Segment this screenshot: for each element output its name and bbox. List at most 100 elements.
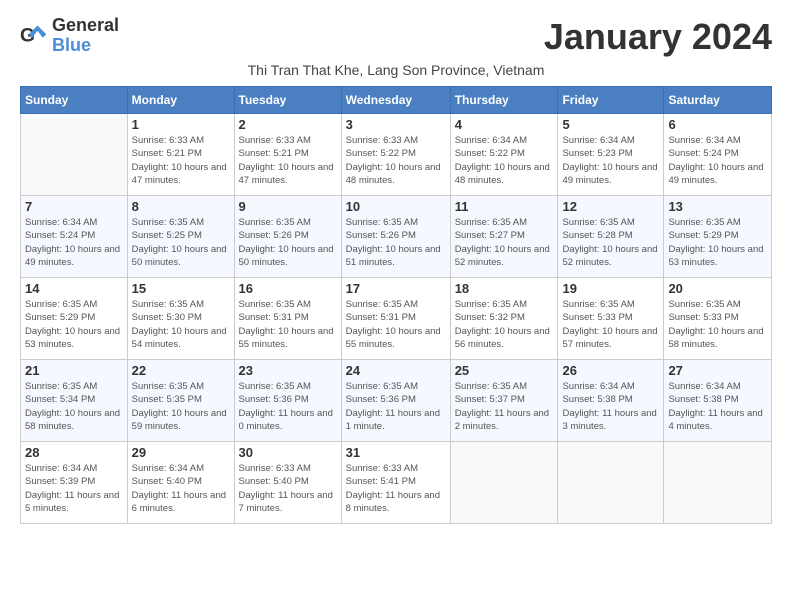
day-info: Sunrise: 6:35 AM Sunset: 5:34 PM Dayligh… [25,380,123,433]
logo-icon: G [20,22,48,50]
day-cell [558,442,664,524]
day-info: Sunrise: 6:35 AM Sunset: 5:26 PM Dayligh… [239,216,337,269]
day-number: 16 [239,281,337,296]
day-number: 4 [455,117,554,132]
day-cell: 10Sunrise: 6:35 AM Sunset: 5:26 PM Dayli… [341,196,450,278]
day-number: 1 [132,117,230,132]
header-friday: Friday [558,87,664,114]
day-cell [664,442,772,524]
week-row-0: 1 Sunrise: 6:33 AM Sunset: 5:21 PM Daylig… [21,114,772,196]
day-cell: 6 Sunrise: 6:34 AM Sunset: 5:24 PM Daylig… [664,114,772,196]
day-info: Sunrise: 6:34 AM Sunset: 5:38 PM Dayligh… [562,380,659,433]
week-row-4: 28 Sunrise: 6:34 AM Sunset: 5:39 PM Dayli… [21,442,772,524]
week-row-1: 7Sunrise: 6:34 AM Sunset: 5:24 PM Daylig… [21,196,772,278]
day-info: Sunrise: 6:33 AM Sunset: 5:21 PM Dayligh… [239,134,337,187]
header-tuesday: Tuesday [234,87,341,114]
header-saturday: Saturday [664,87,772,114]
day-info: Sunrise: 6:34 AM Sunset: 5:38 PM Dayligh… [668,380,767,433]
day-number: 24 [346,363,446,378]
day-info: Sunrise: 6:35 AM Sunset: 5:33 PM Dayligh… [668,298,767,351]
day-cell: 29Sunrise: 6:34 AM Sunset: 5:40 PM Dayli… [127,442,234,524]
header-wednesday: Wednesday [341,87,450,114]
day-number: 8 [132,199,230,214]
week-row-2: 14 Sunrise: 6:35 AM Sunset: 5:29 PM Dayli… [21,278,772,360]
day-number: 17 [346,281,446,296]
day-number: 14 [25,281,123,296]
day-cell: 15 Sunrise: 6:35 AM Sunset: 5:30 PM Dayli… [127,278,234,360]
day-info: Sunrise: 6:35 AM Sunset: 5:31 PM Dayligh… [239,298,337,351]
day-info: Sunrise: 6:35 AM Sunset: 5:28 PM Dayligh… [562,216,659,269]
day-number: 23 [239,363,337,378]
day-cell: 18 Sunrise: 6:35 AM Sunset: 5:32 PM Dayli… [450,278,558,360]
day-number: 11 [455,199,554,214]
day-number: 19 [562,281,659,296]
day-cell: 2 Sunrise: 6:33 AM Sunset: 5:21 PM Daylig… [234,114,341,196]
day-info: Sunrise: 6:33 AM Sunset: 5:41 PM Dayligh… [346,462,446,515]
day-cell: 19 Sunrise: 6:35 AM Sunset: 5:33 PM Dayli… [558,278,664,360]
day-cell: 27 Sunrise: 6:34 AM Sunset: 5:38 PM Dayli… [664,360,772,442]
header-monday: Monday [127,87,234,114]
logo-text: General Blue [52,16,119,56]
day-number: 12 [562,199,659,214]
day-cell: 1Sunrise: 6:33 AM Sunset: 5:21 PM Daylig… [127,114,234,196]
day-cell: 14 Sunrise: 6:35 AM Sunset: 5:29 PM Dayli… [21,278,128,360]
day-cell: 9 Sunrise: 6:35 AM Sunset: 5:26 PM Daylig… [234,196,341,278]
day-info: Sunrise: 6:35 AM Sunset: 5:29 PM Dayligh… [25,298,123,351]
day-number: 18 [455,281,554,296]
day-cell: 26Sunrise: 6:34 AM Sunset: 5:38 PM Dayli… [558,360,664,442]
logo: G General Blue [20,16,119,56]
day-number: 21 [25,363,123,378]
day-cell: 8Sunrise: 6:35 AM Sunset: 5:25 PM Daylig… [127,196,234,278]
day-cell: 4Sunrise: 6:34 AM Sunset: 5:22 PM Daylig… [450,114,558,196]
day-cell: 13Sunrise: 6:35 AM Sunset: 5:29 PM Dayli… [664,196,772,278]
day-number: 5 [562,117,659,132]
page-title: January 2024 [544,16,772,58]
day-info: Sunrise: 6:34 AM Sunset: 5:39 PM Dayligh… [25,462,123,515]
header-thursday: Thursday [450,87,558,114]
day-number: 6 [668,117,767,132]
day-info: Sunrise: 6:35 AM Sunset: 5:29 PM Dayligh… [668,216,767,269]
day-cell: 20Sunrise: 6:35 AM Sunset: 5:33 PM Dayli… [664,278,772,360]
day-info: Sunrise: 6:34 AM Sunset: 5:24 PM Dayligh… [25,216,123,269]
day-info: Sunrise: 6:35 AM Sunset: 5:27 PM Dayligh… [455,216,554,269]
day-info: Sunrise: 6:34 AM Sunset: 5:23 PM Dayligh… [562,134,659,187]
day-info: Sunrise: 6:35 AM Sunset: 5:33 PM Dayligh… [562,298,659,351]
day-cell: 12 Sunrise: 6:35 AM Sunset: 5:28 PM Dayli… [558,196,664,278]
day-info: Sunrise: 6:34 AM Sunset: 5:24 PM Dayligh… [668,134,767,187]
day-cell: 16 Sunrise: 6:35 AM Sunset: 5:31 PM Dayli… [234,278,341,360]
day-info: Sunrise: 6:35 AM Sunset: 5:36 PM Dayligh… [239,380,337,433]
day-number: 27 [668,363,767,378]
header-sunday: Sunday [21,87,128,114]
day-info: Sunrise: 6:35 AM Sunset: 5:31 PM Dayligh… [346,298,446,351]
page: G General Blue January 2024 Thi Tran Tha… [0,0,792,534]
day-number: 25 [455,363,554,378]
day-cell: 23 Sunrise: 6:35 AM Sunset: 5:36 PM Dayli… [234,360,341,442]
day-cell: 17 Sunrise: 6:35 AM Sunset: 5:31 PM Dayli… [341,278,450,360]
day-cell: 22Sunrise: 6:35 AM Sunset: 5:35 PM Dayli… [127,360,234,442]
logo-blue: Blue [52,35,91,55]
week-row-3: 21 Sunrise: 6:35 AM Sunset: 5:34 PM Dayli… [21,360,772,442]
logo-general: General [52,15,119,35]
day-number: 30 [239,445,337,460]
day-cell: 11 Sunrise: 6:35 AM Sunset: 5:27 PM Dayli… [450,196,558,278]
day-cell [450,442,558,524]
day-number: 28 [25,445,123,460]
day-info: Sunrise: 6:33 AM Sunset: 5:22 PM Dayligh… [346,134,446,187]
day-cell: 24 Sunrise: 6:35 AM Sunset: 5:36 PM Dayli… [341,360,450,442]
day-cell: 21 Sunrise: 6:35 AM Sunset: 5:34 PM Dayli… [21,360,128,442]
header: G General Blue January 2024 [20,16,772,58]
day-cell: 30Sunrise: 6:33 AM Sunset: 5:40 PM Dayli… [234,442,341,524]
day-number: 2 [239,117,337,132]
day-cell: 28 Sunrise: 6:34 AM Sunset: 5:39 PM Dayli… [21,442,128,524]
day-number: 9 [239,199,337,214]
day-info: Sunrise: 6:35 AM Sunset: 5:32 PM Dayligh… [455,298,554,351]
day-cell: 7Sunrise: 6:34 AM Sunset: 5:24 PM Daylig… [21,196,128,278]
day-number: 15 [132,281,230,296]
day-info: Sunrise: 6:35 AM Sunset: 5:26 PM Dayligh… [346,216,446,269]
day-info: Sunrise: 6:35 AM Sunset: 5:36 PM Dayligh… [346,380,446,433]
day-info: Sunrise: 6:35 AM Sunset: 5:37 PM Dayligh… [455,380,554,433]
day-info: Sunrise: 6:35 AM Sunset: 5:30 PM Dayligh… [132,298,230,351]
day-number: 3 [346,117,446,132]
day-info: Sunrise: 6:34 AM Sunset: 5:40 PM Dayligh… [132,462,230,515]
day-cell: 5 Sunrise: 6:34 AM Sunset: 5:23 PM Daylig… [558,114,664,196]
